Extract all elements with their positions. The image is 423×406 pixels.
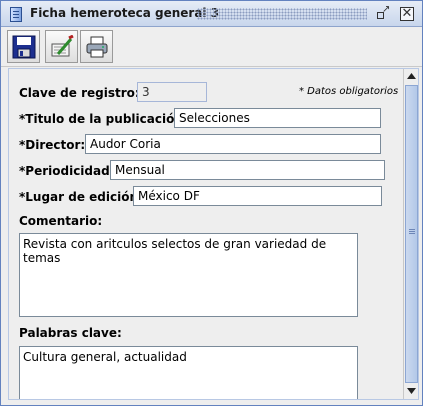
palabras-label: Palabras clave:: [19, 326, 122, 340]
clave-label: Clave de registro:: [19, 86, 140, 100]
periodicidad-label: *Periodicidad:: [19, 164, 115, 178]
toolbar: [1, 27, 422, 67]
print-button[interactable]: [80, 30, 113, 63]
clear-icon: [51, 35, 74, 57]
save-button[interactable]: [7, 30, 40, 63]
required-note: * Datos obligatorios: [299, 86, 399, 97]
print-icon: [86, 36, 108, 58]
lugar-label: *Lugar de edición:: [19, 190, 143, 204]
director-input[interactable]: Audor Coria: [85, 134, 381, 154]
scroll-up-button[interactable]: [404, 69, 418, 84]
grip-icon: [409, 229, 415, 230]
close-button[interactable]: ✕: [400, 7, 414, 21]
form-panel: Clave de registro: 3 * Datos obligatorio…: [8, 68, 419, 400]
scroll-down-button[interactable]: [404, 384, 418, 399]
director-label: *Director:: [19, 138, 86, 152]
title-grip: [197, 8, 367, 20]
scroll-thumb[interactable]: [405, 85, 418, 383]
periodicidad-input[interactable]: Mensual: [110, 160, 385, 180]
arrow-down-icon: [407, 388, 416, 394]
window: Ficha hemeroteca general 3 ↗ ✕ Clave de …: [0, 0, 423, 406]
window-title: Ficha hemeroteca general 3: [30, 6, 220, 20]
save-icon: [12, 35, 36, 59]
titulo-label: *Titulo de la publicación:: [19, 112, 188, 126]
document-icon: [10, 7, 22, 22]
clear-form-button[interactable]: [45, 30, 78, 63]
close-icon: ✕: [401, 6, 413, 21]
title-bar[interactable]: Ficha hemeroteca general 3 ↗ ✕: [1, 1, 422, 27]
arrow-icon: ↗: [382, 4, 391, 15]
titulo-input[interactable]: Selecciones: [174, 108, 381, 128]
comentario-label: Comentario:: [19, 214, 103, 228]
clave-field: 3: [137, 82, 207, 102]
lugar-input[interactable]: México DF: [133, 186, 382, 206]
comentario-textarea[interactable]: Revista con aritculos selectos de gran v…: [19, 233, 358, 317]
arrow-up-icon: [407, 73, 416, 79]
vertical-scrollbar[interactable]: [403, 69, 418, 399]
palabras-textarea[interactable]: Cultura general, actualidad: [19, 346, 358, 399]
restore-button[interactable]: ↗: [375, 4, 391, 21]
